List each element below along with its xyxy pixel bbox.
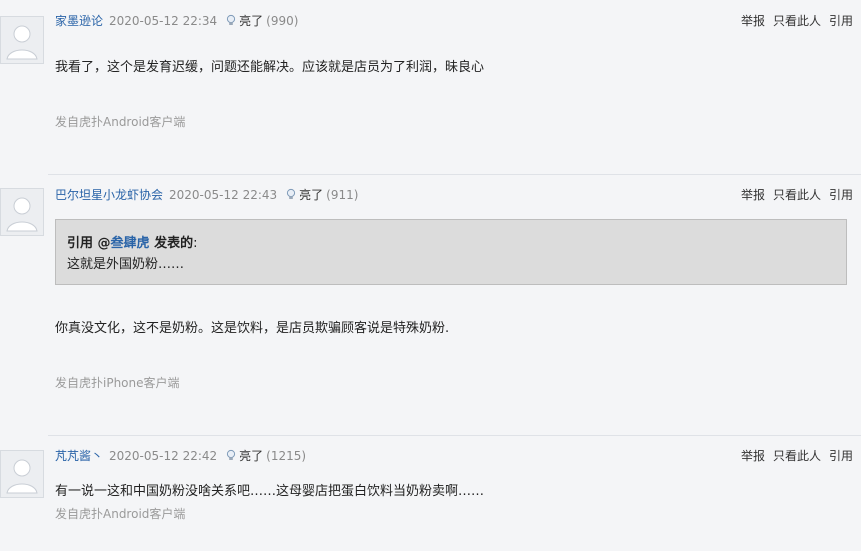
quote-colon: : [193, 236, 198, 251]
post-time: 2020-05-12 22:43 [169, 188, 278, 202]
user-avatar[interactable] [0, 188, 44, 236]
report-link[interactable]: 举报 [741, 449, 765, 463]
light-count: (990) [266, 14, 299, 28]
report-link[interactable]: 举报 [741, 14, 765, 28]
light-button[interactable]: 亮了 (911) [285, 188, 358, 202]
lightbulb-icon [287, 188, 296, 199]
reply-post: 巴尔坦星小龙虾协会 2020-05-12 22:43 亮了 (911) 举报 只看此人引… [0, 175, 861, 435]
quote-link[interactable]: 引用 [829, 14, 853, 28]
light-label: 亮了 [239, 449, 264, 463]
post-actions: 举报 只看此人 引用 [733, 448, 853, 464]
light-count: (1215) [266, 449, 307, 463]
lightbulb-icon [227, 449, 236, 460]
light-count: (911) [326, 188, 359, 202]
reply-post: 家墨逊论 2020-05-12 22:34 亮了 (990) 举报 只看此人 引用 我看了… [0, 0, 861, 170]
post-source: 发自虎扑iPhone客户端 [55, 376, 180, 390]
user-avatar[interactable] [0, 450, 44, 498]
light-button[interactable]: 亮了 (990) [225, 14, 298, 28]
post-content: 有一说一这和中国奶粉没啥关系吧……这母婴店把蛋白饮料当奶粉卖啊…… [55, 484, 485, 499]
quote-text: 这就是外国奶粉…… [67, 257, 185, 272]
post-source: 发自虎扑Android客户端 [55, 115, 186, 129]
post-time: 2020-05-12 22:42 [109, 449, 218, 463]
quote-link[interactable]: 引用 [829, 449, 853, 463]
lightbulb-icon [227, 14, 236, 25]
quote-link[interactable]: 引用 [829, 188, 853, 202]
post-content: 你真没文化，这不是奶粉。这是饮料，是店员欺骗顾客说是特殊奶粉. [55, 321, 450, 336]
post-meta: 家墨逊论 2020-05-12 22:34 亮了 (990) [55, 13, 298, 29]
author-link[interactable]: 芃芃酱丶 [55, 449, 103, 463]
quote-prefix: 引用 @ [67, 236, 111, 251]
quoted-user-link[interactable]: 叁肆虎 [111, 236, 150, 251]
post-source: 发自虎扑Android客户端 [55, 507, 186, 521]
post-actions: 举报 只看此人 引用 [733, 187, 853, 203]
only-this-user-link[interactable]: 只看此人 [773, 188, 821, 202]
only-this-user-link[interactable]: 只看此人 [773, 449, 821, 463]
author-link[interactable]: 巴尔坦星小龙虾协会 [55, 188, 163, 202]
author-link[interactable]: 家墨逊论 [55, 14, 103, 28]
post-time: 2020-05-12 22:34 [109, 14, 218, 28]
post-content: 我看了，这个是发育迟缓，问题还能解决。应该就是店员为了利润，昧良心 [55, 60, 485, 75]
post-actions: 举报 只看此人 引用 [733, 13, 853, 29]
default-avatar-icon [1, 189, 43, 235]
light-button[interactable]: 亮了 (1215) [225, 449, 306, 463]
reply-post: 芃芃酱丶 2020-05-12 22:42 亮了 (1215) 举报 只看此人 引用 有一… [0, 436, 861, 551]
light-label: 亮了 [299, 188, 324, 202]
only-this-user-link[interactable]: 只看此人 [773, 14, 821, 28]
user-avatar[interactable] [0, 16, 44, 64]
light-label: 亮了 [239, 14, 264, 28]
report-link[interactable]: 举报 [741, 188, 765, 202]
default-avatar-icon [1, 451, 43, 497]
quote-header: 引用 @叁肆虎 发表的: [67, 232, 197, 251]
quote-suffix: 发表的 [149, 236, 194, 251]
default-avatar-icon [1, 17, 43, 63]
post-meta: 巴尔坦星小龙虾协会 2020-05-12 22:43 亮了 (911) [55, 187, 358, 203]
quote-block: 引用 @叁肆虎 发表的: 这就是外国奶粉…… [55, 219, 847, 285]
post-meta: 芃芃酱丶 2020-05-12 22:42 亮了 (1215) [55, 448, 306, 464]
